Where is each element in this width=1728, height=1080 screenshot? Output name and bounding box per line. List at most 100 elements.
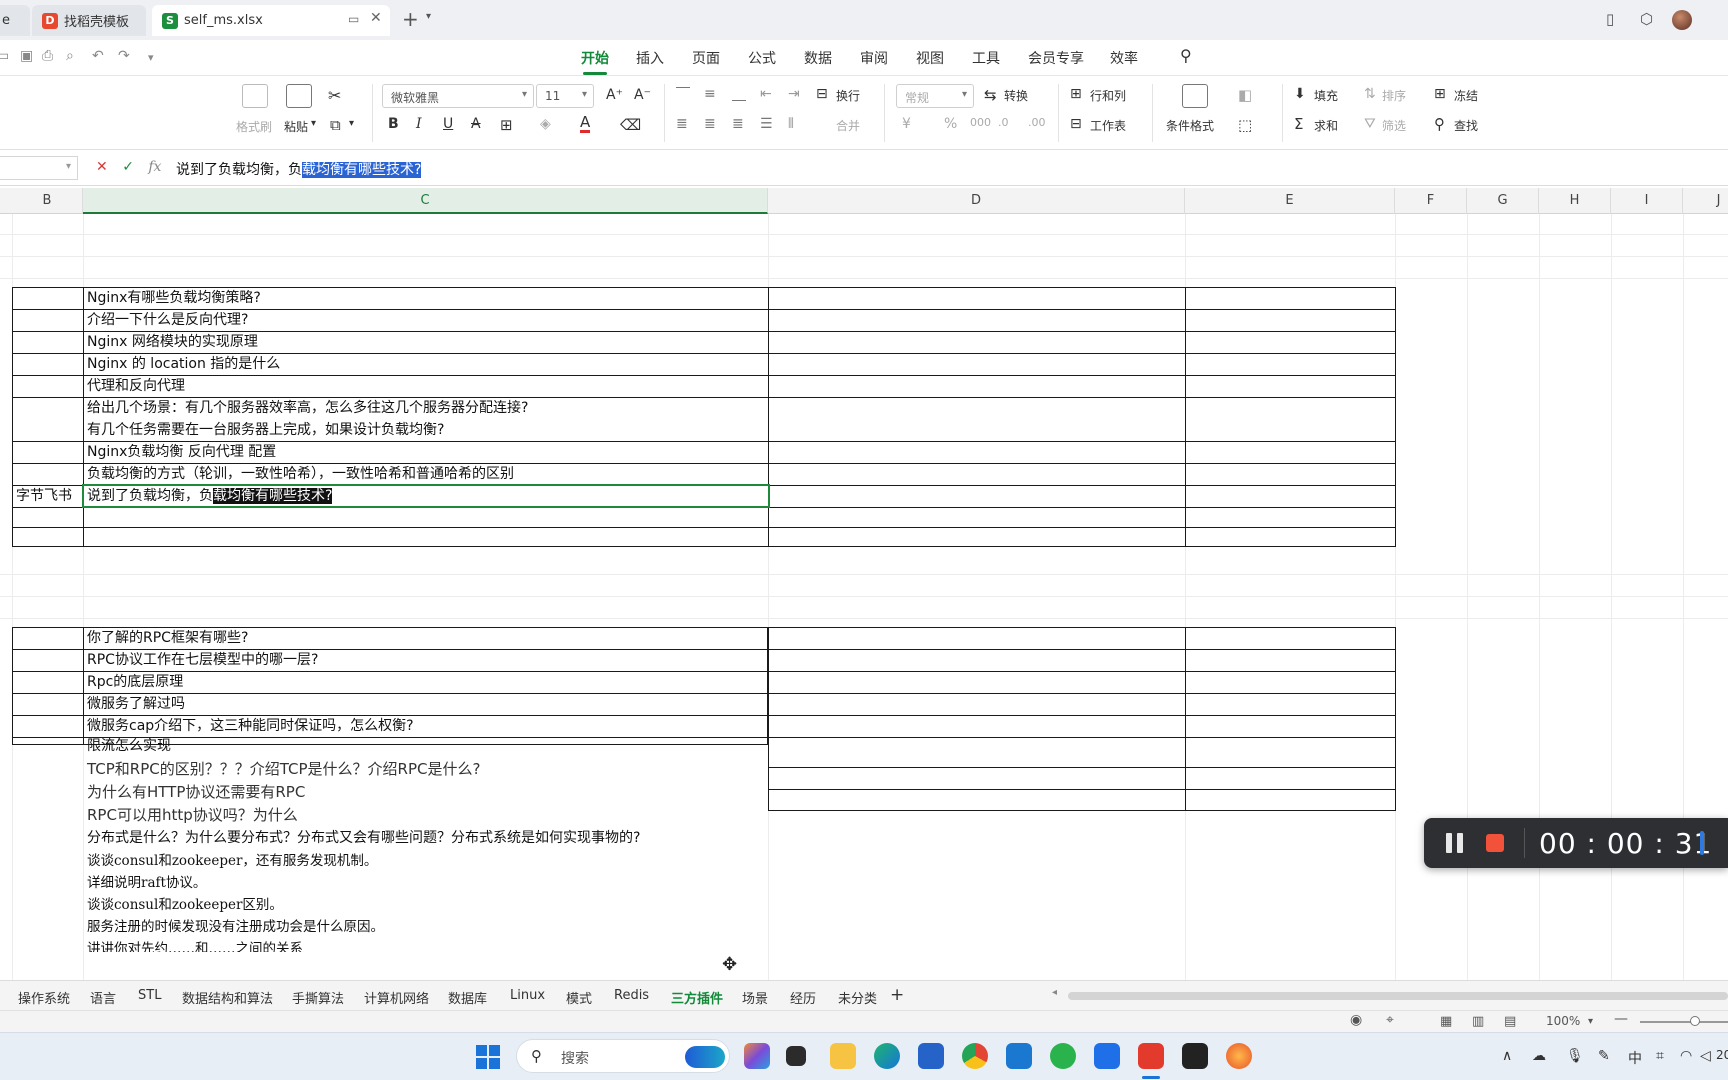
sheet-tab[interactable]: 未分类 — [838, 988, 877, 1007]
vscode-icon[interactable] — [1006, 1043, 1032, 1069]
store-icon[interactable] — [918, 1043, 944, 1069]
border-icon[interactable]: ⊞ — [500, 116, 513, 134]
feishu-icon[interactable] — [1094, 1043, 1120, 1069]
outdent-icon[interactable]: ⇤ — [760, 86, 772, 102]
percent-icon[interactable]: % — [944, 116, 957, 132]
sort-button[interactable]: 排序 — [1382, 87, 1406, 104]
menu-efficiency[interactable]: 效率 — [1110, 48, 1138, 68]
table-cell[interactable]: 详细说明raft协议。 — [83, 872, 767, 894]
font-size-select[interactable]: 11 ▾ — [536, 84, 594, 108]
convert-icon[interactable]: ⇆ — [984, 86, 997, 104]
find-icon[interactable]: ⚲ — [1434, 115, 1445, 133]
recorder-app-icon[interactable] — [1182, 1043, 1208, 1069]
ime-indicator[interactable]: 中 — [1628, 1048, 1642, 1068]
conditional-format-icon[interactable] — [1182, 84, 1208, 108]
column-header-i[interactable]: I — [1611, 188, 1683, 214]
cell-style-icon[interactable]: ◧ — [1238, 86, 1252, 104]
wps-icon[interactable] — [1138, 1043, 1164, 1069]
copy-dropdown-icon[interactable]: ▾ — [349, 118, 354, 129]
volume-icon[interactable]: ◁ — [1700, 1048, 1711, 1064]
undo-icon[interactable]: ↶ — [92, 48, 104, 64]
wechat-icon[interactable] — [1050, 1043, 1076, 1069]
chevron-down-icon[interactable]: ▾ — [426, 11, 431, 22]
table-cell[interactable]: 服务注册的时候发现没有注册成功会是什么原因。 — [83, 916, 767, 938]
table-cell[interactable]: 谈谈consul和zookeeper，还有服务发现机制。 — [83, 850, 767, 872]
column-header-d[interactable]: D — [768, 188, 1185, 214]
table-cell[interactable]: RPC可以用http协议吗？为什么 — [83, 804, 767, 826]
table-cell[interactable]: 为什么有HTTP协议还需要有RPC — [83, 781, 767, 803]
column-header-e[interactable]: E — [1185, 188, 1395, 214]
cut-icon[interactable]: ✂ — [328, 86, 341, 105]
table-cell[interactable]: 有几个任务需要在一台服务器上完成，如果设计负载均衡? — [83, 420, 767, 441]
pen-icon[interactable]: ✎ — [1598, 1048, 1610, 1064]
menu-insert[interactable]: 插入 — [636, 48, 664, 68]
indent-icon[interactable]: ⇥ — [788, 86, 800, 102]
menu-tools[interactable]: 工具 — [972, 48, 1000, 68]
table-cell[interactable]: Nginx负载均衡 反向代理 配置 — [83, 442, 767, 463]
sum-button[interactable]: 求和 — [1314, 117, 1338, 134]
table-cell[interactable]: 微服务了解过吗 — [83, 694, 767, 715]
table-cell[interactable]: 负载均衡的方式（轮训，一致性哈希），一致性哈希和普通哈希的区别 — [83, 464, 767, 485]
table-cell[interactable]: Rpc的底层原理 — [83, 672, 767, 693]
sheet-tab[interactable]: STL — [138, 988, 161, 1003]
copy-icon[interactable]: ⧉ — [330, 116, 341, 134]
rows-cols-icon[interactable]: ⊞ — [1070, 86, 1082, 102]
print-preview-icon[interactable]: ⌕ — [66, 48, 74, 64]
folder-icon[interactable]: ▭ — [0, 48, 9, 64]
align-middle-icon[interactable]: ≡ — [704, 86, 716, 102]
zoom-out-icon[interactable]: — — [1614, 1011, 1628, 1027]
print-icon[interactable]: ⎙ — [42, 48, 53, 64]
clear-format-icon[interactable]: ⌫ — [620, 116, 641, 134]
scroll-left-icon[interactable]: ◂ — [1052, 987, 1057, 998]
decrease-decimal-icon[interactable]: .00 — [1028, 116, 1046, 129]
distribute-icon[interactable]: ⫴ — [788, 116, 794, 132]
sheet-tab[interactable]: 数据结构和算法 — [182, 988, 273, 1007]
onedrive-icon[interactable]: ☁ — [1532, 1048, 1546, 1064]
menu-home[interactable]: 开始 — [581, 48, 609, 75]
search-icon[interactable]: ⚲ — [1180, 46, 1192, 65]
active-cell-text[interactable]: 说到了负载均衡，负载均衡有哪些技术? — [83, 486, 767, 507]
align-left-icon[interactable]: ≣ — [676, 116, 688, 132]
layout-icon[interactable]: ⌖ — [1386, 1012, 1394, 1028]
table-cell[interactable]: Nginx 的 location 指的是什么 — [83, 354, 767, 375]
table-cell[interactable]: 给出几个场景：有几个服务器效率高，怎么多往这几个服务器分配连接? — [83, 398, 767, 419]
table-cell[interactable]: Nginx 网络模块的实现原理 — [83, 332, 767, 353]
fill-color-icon[interactable]: ◈ — [540, 116, 551, 132]
sheet-tab[interactable]: 手撕算法 — [292, 988, 344, 1007]
close-icon[interactable]: ✕ — [370, 10, 382, 26]
wifi-icon[interactable]: ◠ — [1680, 1048, 1692, 1064]
sheet-tab[interactable]: 操作系统 — [18, 988, 70, 1007]
formula-input[interactable]: 说到了负载均衡，负载均衡有哪些技术? — [176, 159, 422, 179]
page-break-icon[interactable]: ▤ — [1504, 1014, 1516, 1029]
clock[interactable]: 20 — [1716, 1048, 1728, 1062]
microphone-icon[interactable]: 🎙 — [1566, 1048, 1584, 1064]
chevron-down-icon[interactable]: ▾ — [148, 51, 154, 64]
menu-member[interactable]: 会员专享 — [1028, 48, 1084, 68]
sheet-tab[interactable]: Redis — [614, 988, 649, 1003]
sheet-tab-active[interactable]: 三方插件 — [668, 988, 726, 1013]
menu-formula[interactable]: 公式 — [748, 48, 776, 68]
new-tab-icon[interactable]: + — [402, 7, 419, 31]
table-cell[interactable]: 代理和反向代理 — [83, 376, 767, 397]
wrap-text-button[interactable]: 换行 — [836, 87, 860, 104]
avatar[interactable] — [1672, 10, 1692, 30]
freeze-icon[interactable]: ⊞ — [1434, 86, 1446, 102]
wrap-text-icon[interactable]: ⊟ — [816, 86, 828, 102]
font-name-select[interactable]: 微软雅黑 ▾ — [382, 84, 534, 108]
menu-view[interactable]: 视图 — [916, 48, 944, 68]
worksheet-icon[interactable]: ⊟ — [1070, 116, 1082, 132]
column-header-j[interactable]: J — [1683, 188, 1728, 214]
fx-icon[interactable]: fx — [148, 159, 161, 175]
table-cell[interactable]: 介绍一下什么是反向代理? — [83, 310, 767, 331]
column-header-h[interactable]: H — [1539, 188, 1611, 214]
increase-font-icon[interactable]: A⁺ — [606, 87, 623, 103]
font-color-icon[interactable]: A — [580, 114, 591, 133]
underline-button[interactable]: U — [443, 116, 453, 132]
strikethrough-button[interactable]: A — [471, 116, 481, 132]
number-format-select[interactable]: 常规 ▾ — [896, 84, 974, 108]
table-cell[interactable]: 分布式是什么？为什么要分布式？分布式又会有哪些问题？分布式系统是如何实现事物的? — [83, 827, 883, 849]
align-top-icon[interactable]: ⎺ — [676, 86, 690, 102]
sheet-tab[interactable]: 语言 — [90, 988, 116, 1007]
paste-dropdown-icon[interactable]: ▾ — [311, 118, 316, 129]
column-header-g[interactable]: G — [1467, 188, 1539, 214]
